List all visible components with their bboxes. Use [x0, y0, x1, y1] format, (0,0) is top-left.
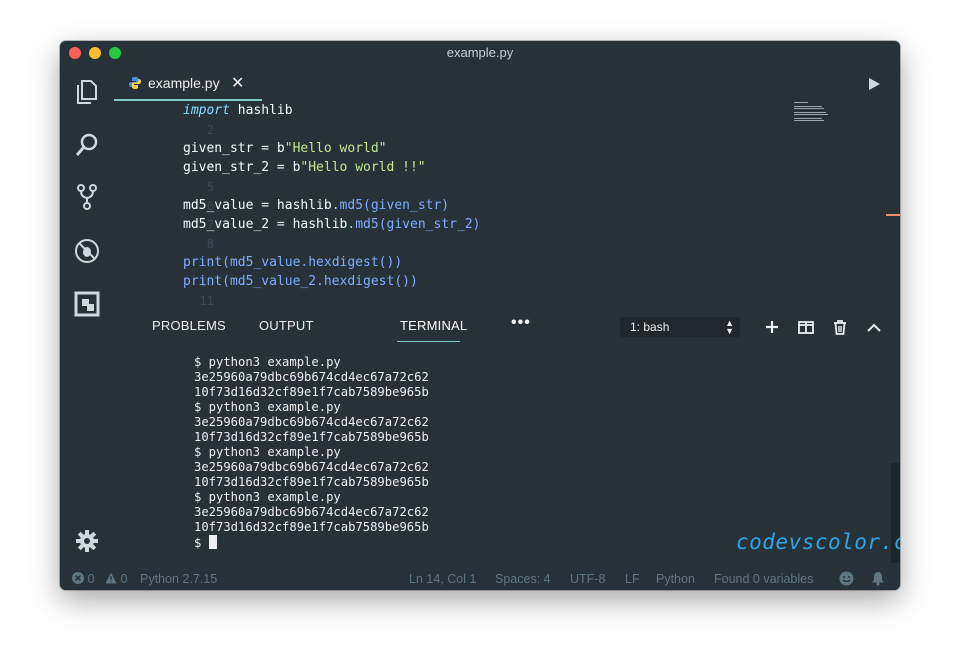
run-icon[interactable] — [864, 74, 884, 94]
code-args: (given_str) — [363, 198, 450, 213]
code-line-7: md5_value_2 = hashlib.md5(given_str_2) — [183, 217, 480, 232]
code-function: md5 — [355, 217, 379, 232]
source-control-icon[interactable] — [73, 183, 101, 211]
terminal-line: $ python3 example.py — [194, 490, 341, 504]
terminal-line: 3e25960a79dbc69b674cd4ec67a72c62 — [194, 415, 429, 429]
files-icon[interactable] — [73, 77, 101, 105]
panel-toggle-icon[interactable] — [899, 318, 900, 336]
python-icon — [129, 77, 141, 89]
watermark: codevscolor.com — [736, 530, 900, 554]
code-line-1: import hashlib — [183, 103, 293, 118]
code-text: md5_value_2 = hashlib — [183, 217, 348, 232]
chevron-up-icon[interactable] — [865, 318, 883, 336]
tab-output[interactable]: OUTPUT — [259, 318, 314, 333]
terminal-line: 10f73d16d32cf89e1f7cab7589be965b — [194, 385, 429, 399]
code-text: hashlib — [229, 103, 293, 118]
code-text: md5_value = hashlib — [183, 198, 332, 213]
line-number: 5 — [206, 180, 214, 194]
code-string: "Hello world !!" — [300, 160, 426, 175]
terminal-output[interactable]: $ python3 example.py 3e25960a79dbc69b674c… — [194, 355, 429, 551]
smiley-icon[interactable] — [839, 571, 854, 589]
terminal-line: 3e25960a79dbc69b674cd4ec67a72c62 — [194, 460, 429, 474]
terminal-line: 3e25960a79dbc69b674cd4ec67a72c62 — [194, 505, 429, 519]
code-line-10: print(md5_value_2.hexdigest()) — [183, 274, 418, 289]
line-ending[interactable]: LF — [625, 572, 640, 586]
error-icon — [72, 572, 84, 584]
tab-example-py[interactable]: example.py ✕ — [114, 65, 262, 101]
debug-icon[interactable] — [73, 237, 101, 265]
errors-indicator[interactable]: 0 — [72, 572, 94, 586]
status-bar: 0 0 Python 2.7.15 Ln 14, Col 1 Spaces: 4… — [60, 568, 900, 590]
minimap[interactable] — [794, 101, 844, 141]
terminal-line: 10f73d16d32cf89e1f7cab7589be965b — [194, 430, 429, 444]
terminal-prompt-line: $ — [194, 535, 429, 551]
python-interpreter[interactable]: Python 2.7.15 — [140, 572, 217, 586]
line-number: 11 — [199, 294, 214, 308]
split-terminal-icon[interactable] — [797, 318, 815, 336]
tab-problems[interactable]: PROBLEMS — [152, 318, 226, 333]
title-bar: example.py — [60, 41, 900, 65]
encoding[interactable]: UTF-8 — [570, 572, 605, 586]
code-args: (given_str_2) — [378, 217, 481, 232]
cursor-position[interactable]: Ln 14, Col 1 — [409, 572, 476, 586]
code-operator: . — [331, 198, 340, 213]
terminal-line: 10f73d16d32cf89e1f7cab7589be965b — [194, 475, 429, 489]
activity-bar — [60, 65, 114, 568]
terminal-line: 3e25960a79dbc69b674cd4ec67a72c62 — [194, 370, 429, 384]
code-line-9: print(md5_value.hexdigest()) — [183, 255, 403, 270]
code-line-6: md5_value = hashlib.md5(given_str) — [183, 198, 449, 213]
language-mode[interactable]: Python — [656, 572, 695, 586]
split-editor-icon[interactable] — [898, 74, 900, 94]
tab-terminal[interactable]: TERMINAL — [400, 318, 467, 333]
bell-icon[interactable] — [871, 571, 885, 589]
trash-icon[interactable] — [831, 318, 849, 336]
editor-tab-bar: example.py ✕ — [114, 65, 900, 101]
code-editor[interactable]: 1 2 3 4 5 6 7 8 9 10 11 import hashlib g… — [114, 101, 900, 311]
panel-more-button[interactable]: ••• — [511, 314, 531, 332]
select-arrows-icon: ▲ ▼ — [725, 318, 734, 336]
code-keyword: import — [183, 103, 230, 118]
line-number: 8 — [206, 237, 214, 251]
indentation[interactable]: Spaces: 4 — [495, 572, 551, 586]
tab-label: example.py — [148, 75, 220, 91]
editor-window: example.py example.py ✕ 1 2 3 4 5 6 7 8 … — [60, 41, 900, 590]
terminal-line: $ python3 example.py — [194, 445, 341, 459]
code-line-3: given_str = b"Hello world" — [183, 141, 387, 156]
terminal-line: $ python3 example.py — [194, 400, 341, 414]
bottom-panel: PROBLEMS OUTPUT TERMINAL ••• 1: bash ▲ ▼ … — [114, 311, 900, 568]
active-panel-tab-indicator — [397, 341, 460, 342]
code-text: given_str = b — [183, 141, 285, 156]
gear-icon[interactable] — [73, 527, 101, 555]
code-line-4: given_str_2 = b"Hello world !!" — [183, 160, 426, 175]
terminal-line: $ python3 example.py — [194, 355, 341, 369]
window-title: example.py — [446, 45, 514, 60]
terminal-line: 10f73d16d32cf89e1f7cab7589be965b — [194, 520, 429, 534]
terminal-prompt: $ — [194, 536, 209, 550]
variables-status[interactable]: Found 0 variables — [714, 572, 813, 586]
terminal-cursor — [208, 535, 217, 549]
scrollbar-marker — [886, 214, 900, 216]
tab-close-icon[interactable]: ✕ — [231, 73, 244, 93]
warning-icon — [105, 572, 117, 584]
add-icon[interactable] — [763, 318, 781, 336]
warnings-indicator[interactable]: 0 — [105, 572, 127, 586]
terminal-select[interactable]: 1: bash ▲ ▼ — [620, 317, 740, 337]
terminal-select-value: 1: bash — [630, 320, 670, 334]
code-function: md5 — [339, 198, 364, 213]
code-string: "Hello world" — [284, 141, 387, 156]
code-text: given_str_2 = b — [183, 160, 301, 175]
search-icon[interactable] — [73, 131, 101, 159]
warnings-count: 0 — [120, 572, 128, 586]
errors-count: 0 — [87, 572, 95, 586]
line-number: 2 — [206, 123, 214, 137]
extensions-icon[interactable] — [73, 290, 101, 318]
